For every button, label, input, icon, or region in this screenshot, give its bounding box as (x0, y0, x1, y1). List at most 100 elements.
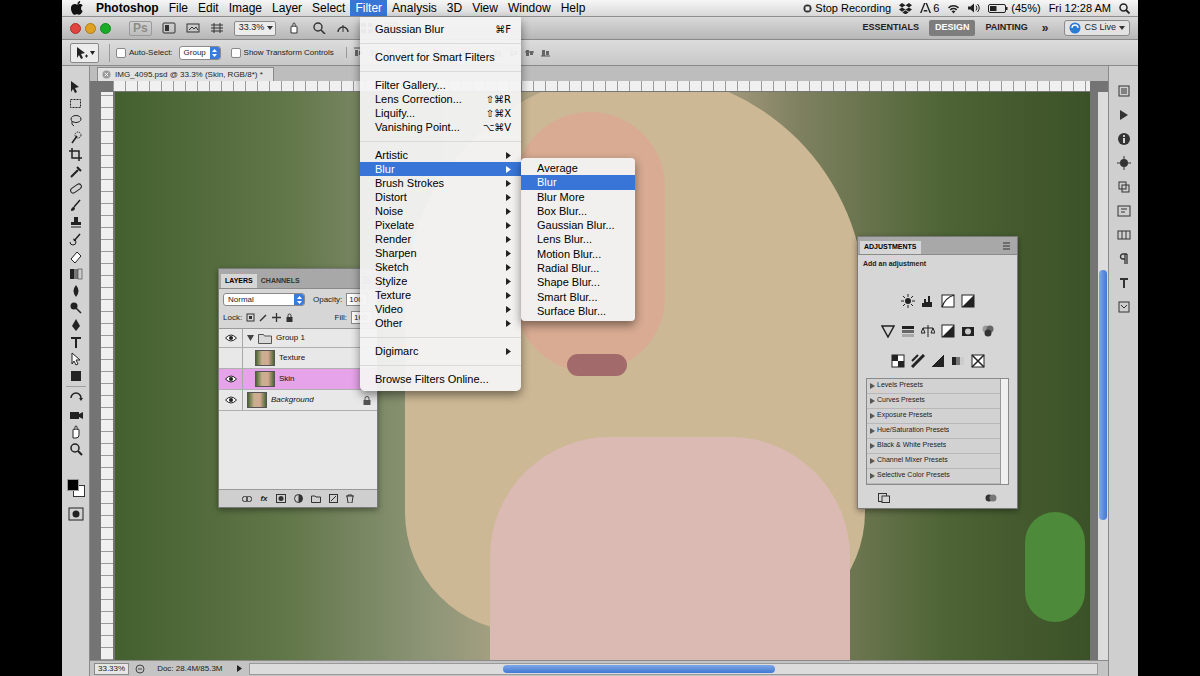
menu-item[interactable]: Blur (521, 175, 635, 189)
adjustment-button[interactable] (961, 324, 975, 338)
layer-mask-icon[interactable] (276, 494, 286, 503)
zoom-button[interactable] (100, 23, 111, 34)
visibility-toggle[interactable] (219, 390, 243, 410)
expand-toggle[interactable] (247, 335, 254, 341)
layer-row[interactable]: Texture (219, 348, 377, 369)
preset-row[interactable]: Channel Mixer Presets (867, 454, 1000, 469)
menu-item[interactable]: Lens Blur... (521, 232, 635, 246)
tool-button[interactable] (64, 197, 88, 214)
tool-button[interactable] (64, 112, 88, 129)
tool-button[interactable] (64, 248, 88, 265)
visibility-toggle[interactable] (219, 348, 243, 368)
layer-name[interactable]: Skin (279, 373, 295, 385)
menu-item[interactable]: Pixelate (360, 218, 521, 232)
align-icon[interactable] (524, 47, 535, 58)
menu-item[interactable]: 3D (442, 0, 467, 16)
menu-item[interactable]: Artistic (360, 148, 521, 162)
vertical-scrollbar[interactable] (1098, 92, 1108, 660)
tool-button[interactable] (64, 299, 88, 316)
menu-item[interactable]: Help (556, 0, 591, 16)
foreground-color-swatch[interactable] (67, 479, 79, 491)
menu-item[interactable]: Edit (193, 0, 224, 16)
tool-button[interactable] (64, 389, 88, 406)
layer-row[interactable]: Group 1 (219, 329, 377, 348)
layer-name[interactable]: Group 1 (276, 332, 305, 344)
menu-item[interactable]: Photoshop (91, 0, 164, 16)
preset-row[interactable]: Selective Color Presets (867, 469, 1000, 484)
menu-item[interactable]: Shape Blur... (521, 275, 635, 289)
transform-controls-label[interactable]: Show Transform Controls (244, 47, 334, 59)
auto-select-label[interactable]: Auto-Select: (129, 47, 173, 59)
adjustment-button[interactable] (961, 294, 975, 308)
tool-button[interactable] (64, 265, 88, 282)
menu-item[interactable]: Lens Correction...⇧⌘R (360, 92, 521, 106)
dock-button[interactable] (1113, 132, 1135, 146)
menu-item[interactable]: Liquify...⇧⌘X (360, 106, 521, 120)
tool-button[interactable] (64, 406, 88, 423)
dock-button[interactable] (1113, 180, 1135, 194)
menu-item[interactable]: Layer (267, 0, 307, 16)
tool-button[interactable] (64, 440, 88, 457)
menu-item[interactable]: Other (360, 316, 521, 330)
menu-item[interactable]: Noise (360, 204, 521, 218)
layer-style-button[interactable]: fx (260, 493, 267, 505)
menu-item[interactable]: Sketch (360, 260, 521, 274)
menu-item[interactable]: Analysis (387, 0, 442, 16)
close-tab-icon[interactable] (102, 70, 111, 79)
tool-button[interactable] (64, 350, 88, 367)
adjustment-button[interactable] (941, 294, 955, 308)
adjustment-button[interactable] (901, 324, 915, 338)
dock-button[interactable] (1113, 204, 1135, 218)
menu-item[interactable]: Motion Blur... (521, 247, 635, 261)
stop-recording[interactable]: Stop Recording (803, 0, 891, 16)
blend-mode-dropdown[interactable]: Normal (223, 293, 305, 306)
stepper[interactable] (210, 47, 220, 59)
preset-label[interactable]: Exposure Presets (877, 410, 932, 421)
menu-item[interactable]: Window (503, 0, 556, 16)
tool-preset-picker[interactable] (70, 43, 99, 63)
dock-button[interactable] (1113, 156, 1135, 170)
tool-button[interactable] (64, 129, 88, 146)
menu-item[interactable]: Gaussian Blur⌘F (360, 22, 521, 36)
checkbox[interactable] (116, 48, 126, 58)
quick-mask-button[interactable] (68, 507, 84, 521)
apple-menu[interactable] (62, 0, 91, 16)
menu-item[interactable]: Distort (360, 190, 521, 204)
bridge-icon[interactable] (162, 22, 176, 34)
clock[interactable]: Fri 12:28 AM (1049, 0, 1111, 16)
menu-item[interactable]: Average (521, 161, 635, 175)
preset-row[interactable]: Curves Presets (867, 394, 1000, 409)
hand-icon[interactable] (288, 22, 302, 34)
dock-button[interactable] (1113, 108, 1135, 122)
stepper[interactable] (294, 294, 304, 305)
preset-label[interactable]: Hue/Saturation Presets (877, 425, 949, 436)
link-layers-icon[interactable] (242, 495, 252, 503)
preset-label[interactable]: Curves Presets (877, 395, 925, 406)
menu-item[interactable]: Blur (360, 162, 521, 176)
tool-button[interactable] (64, 180, 88, 197)
preset-row[interactable]: Exposure Presets (867, 409, 1000, 424)
scroll-thumb[interactable] (1099, 270, 1107, 520)
adjustment-button[interactable] (911, 354, 925, 368)
layer-row[interactable]: Background (219, 390, 377, 411)
adjustment-button[interactable] (921, 294, 935, 308)
preset-label[interactable]: Channel Mixer Presets (877, 455, 948, 466)
adjustment-button[interactable] (941, 324, 955, 338)
preset-row[interactable]: Black & White Presets (867, 439, 1000, 454)
document-tab[interactable]: IMG_4095.psd @ 33.3% (Skin, RGB/8*) * (97, 67, 274, 81)
menu-item[interactable]: Convert for Smart Filters (360, 50, 521, 64)
menu-item[interactable]: Stylize (360, 274, 521, 288)
auto-select-option[interactable]: Auto-Select: (116, 47, 173, 59)
preset-label[interactable]: Selective Color Presets (877, 470, 950, 481)
status-info-icon[interactable] (135, 664, 145, 674)
menu-item[interactable]: Gaussian Blur... (521, 218, 635, 232)
lock-pixels-icon[interactable] (259, 313, 268, 322)
dock-button[interactable] (1113, 228, 1135, 242)
recording-label[interactable]: Stop Recording (815, 0, 891, 16)
menu-item[interactable]: Filter (350, 0, 387, 16)
visibility-toggle[interactable] (219, 329, 243, 347)
menu-item[interactable]: File (164, 0, 193, 16)
menu-item[interactable]: View (467, 0, 503, 16)
trash-icon[interactable] (346, 494, 354, 503)
dock-button[interactable] (1113, 300, 1135, 314)
